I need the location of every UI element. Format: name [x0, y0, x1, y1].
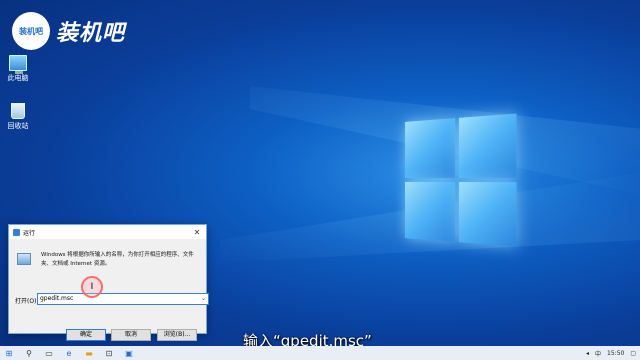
cancel-button[interactable]: 取消: [111, 329, 151, 341]
run-dialog-titlebar[interactable]: 运行 ✕: [9, 225, 206, 239]
store-icon[interactable]: ⊡: [104, 348, 114, 358]
desktop-icon-label: 回收站: [7, 122, 29, 130]
run-description: Windows 将根据你所输入的名称，为你打开相应的程序、文件夹、文档或 Int…: [41, 252, 194, 267]
text-cursor-icon: I: [81, 276, 103, 298]
ok-button[interactable]: 确定: [66, 329, 106, 341]
desktop-icon-label: 此电脑: [7, 74, 29, 82]
open-input[interactable]: gpedit.msc ⌄: [37, 293, 209, 305]
run-icon: [13, 228, 20, 236]
taskbar: ⊞ ⚲ ▭ e ▬ ⊡ ▣ ◂ 中 15:50 ▢: [0, 346, 640, 360]
clock[interactable]: 15:50: [607, 350, 624, 357]
brand-badge: 装机吧: [12, 12, 50, 50]
browse-button[interactable]: 浏览(B)...: [157, 329, 197, 341]
run-app-icon: [17, 253, 31, 265]
input-method-indicator[interactable]: 中: [595, 349, 601, 358]
computer-icon: [9, 55, 27, 74]
chevron-down-icon[interactable]: ⌄: [201, 294, 206, 304]
desktop-icon-recycle-bin[interactable]: 回收站: [4, 103, 32, 131]
close-icon[interactable]: ✕: [188, 228, 206, 237]
open-input-value: gpedit.msc: [40, 295, 74, 302]
run-dialog-title: 运行: [23, 229, 36, 237]
brand-name: 装机吧: [56, 21, 126, 46]
desktop-icon-this-pc[interactable]: 此电脑: [4, 55, 32, 83]
open-label: 打开(O):: [15, 298, 39, 305]
recycle-bin-icon: [11, 103, 25, 119]
notification-icon[interactable]: ▢: [630, 350, 636, 357]
run-dialog: 运行 ✕ Windows 将根据你所输入的名称，为你打开相应的程序、文件夹、文档…: [8, 224, 209, 341]
system-tray: ◂ 中 15:50 ▢: [586, 346, 636, 360]
search-icon[interactable]: ⚲: [24, 348, 34, 358]
brand-logo: 装机吧 装机吧: [12, 12, 125, 50]
windows-start-icon[interactable]: ⊞: [4, 348, 14, 358]
edge-icon[interactable]: e: [64, 348, 74, 358]
windows-logo-wallpaper: [405, 113, 517, 247]
speaker-icon[interactable]: ◂: [586, 350, 589, 357]
run-icon[interactable]: ▣: [124, 348, 134, 358]
task-view-icon[interactable]: ▭: [44, 348, 54, 358]
explorer-icon[interactable]: ▬: [84, 348, 94, 358]
